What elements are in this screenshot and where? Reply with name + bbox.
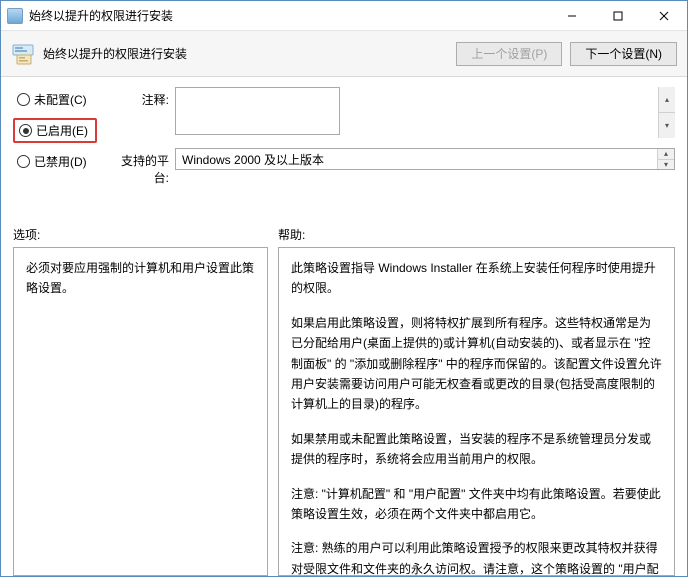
radio-label: 已禁用(D) [34, 153, 87, 170]
close-button[interactable] [641, 1, 687, 30]
maximize-button[interactable] [595, 1, 641, 30]
help-paragraph: 如果启用此策略设置，则将特权扩展到所有程序。这些特权通常是为已分配给用户(桌面上… [291, 313, 662, 415]
help-paragraph: 如果禁用或未配置此策略设置，当安装的程序不是系统管理员分发或提供的程序时，系统将… [291, 429, 662, 470]
config-area: 未配置(C) 已启用(E) 已禁用(D) 注释: ▴ ▾ [1, 77, 687, 192]
radio-enabled[interactable]: 已启用(E) [13, 118, 97, 143]
radio-icon [17, 155, 30, 168]
policy-icon [11, 42, 35, 66]
help-paragraph: 注意: "计算机配置" 和 "用户配置" 文件夹中均有此策略设置。若要使此策略设… [291, 484, 662, 525]
radio-icon [19, 124, 32, 137]
gpo-editor-window: 始终以提升的权限进行安装 始终以提升的权限进行安装 [0, 0, 688, 577]
platform-value: Windows 2000 及以上版本 [182, 151, 324, 168]
previous-setting-button[interactable]: 上一个设置(P) [456, 42, 562, 66]
app-icon [7, 8, 23, 24]
header-row: 始终以提升的权限进行安装 上一个设置(P) 下一个设置(N) [1, 31, 687, 77]
scroll-up-icon: ▴ [658, 149, 674, 160]
minimize-button[interactable] [549, 1, 595, 30]
window-title: 始终以提升的权限进行安装 [29, 7, 549, 24]
titlebar: 始终以提升的权限进行安装 [1, 1, 687, 31]
help-paragraph: 此策略设置指导 Windows Installer 在系统上安装任何程序时使用提… [291, 258, 662, 299]
scroll-down-icon: ▾ [659, 113, 675, 138]
platform-row: 支持的平台: Windows 2000 及以上版本 ▴ ▾ [107, 148, 675, 186]
radio-not-configured[interactable]: 未配置(C) [13, 89, 97, 110]
radio-icon [17, 93, 30, 106]
options-text: 必须对要应用强制的计算机和用户设置此策略设置。 [26, 261, 254, 295]
header-title: 始终以提升的权限进行安装 [43, 45, 448, 62]
window-controls [549, 1, 687, 30]
comment-label: 注释: [107, 87, 169, 108]
comment-row: 注释: ▴ ▾ [107, 87, 675, 138]
scroll-down-icon: ▾ [658, 160, 674, 170]
radio-disabled[interactable]: 已禁用(D) [13, 151, 97, 172]
next-setting-button[interactable]: 下一个设置(N) [570, 42, 677, 66]
radio-label: 已启用(E) [36, 122, 88, 139]
platform-label: 支持的平台: [107, 148, 169, 186]
state-radio-group: 未配置(C) 已启用(E) 已禁用(D) [13, 87, 97, 186]
comment-input[interactable] [175, 87, 340, 135]
platform-scrollbar[interactable]: ▴ ▾ [657, 149, 674, 169]
scroll-up-icon: ▴ [659, 87, 675, 113]
panes-container: 必须对要应用强制的计算机和用户设置此策略设置。 此策略设置指导 Windows … [1, 247, 687, 576]
comment-scrollbar[interactable]: ▴ ▾ [658, 87, 675, 138]
pane-labels: 选项: 帮助: [1, 222, 687, 247]
help-pane[interactable]: 此策略设置指导 Windows Installer 在系统上安装任何程序时使用提… [278, 247, 675, 576]
options-pane: 必须对要应用强制的计算机和用户设置此策略设置。 [13, 247, 268, 576]
help-label: 帮助: [278, 226, 675, 243]
options-label: 选项: [13, 226, 278, 243]
help-paragraph: 注意: 熟练的用户可以利用此策略设置授予的权限来更改其特权并获得对受限文件和文件… [291, 538, 662, 576]
supported-platform-box: Windows 2000 及以上版本 ▴ ▾ [175, 148, 675, 170]
radio-label: 未配置(C) [34, 91, 87, 108]
